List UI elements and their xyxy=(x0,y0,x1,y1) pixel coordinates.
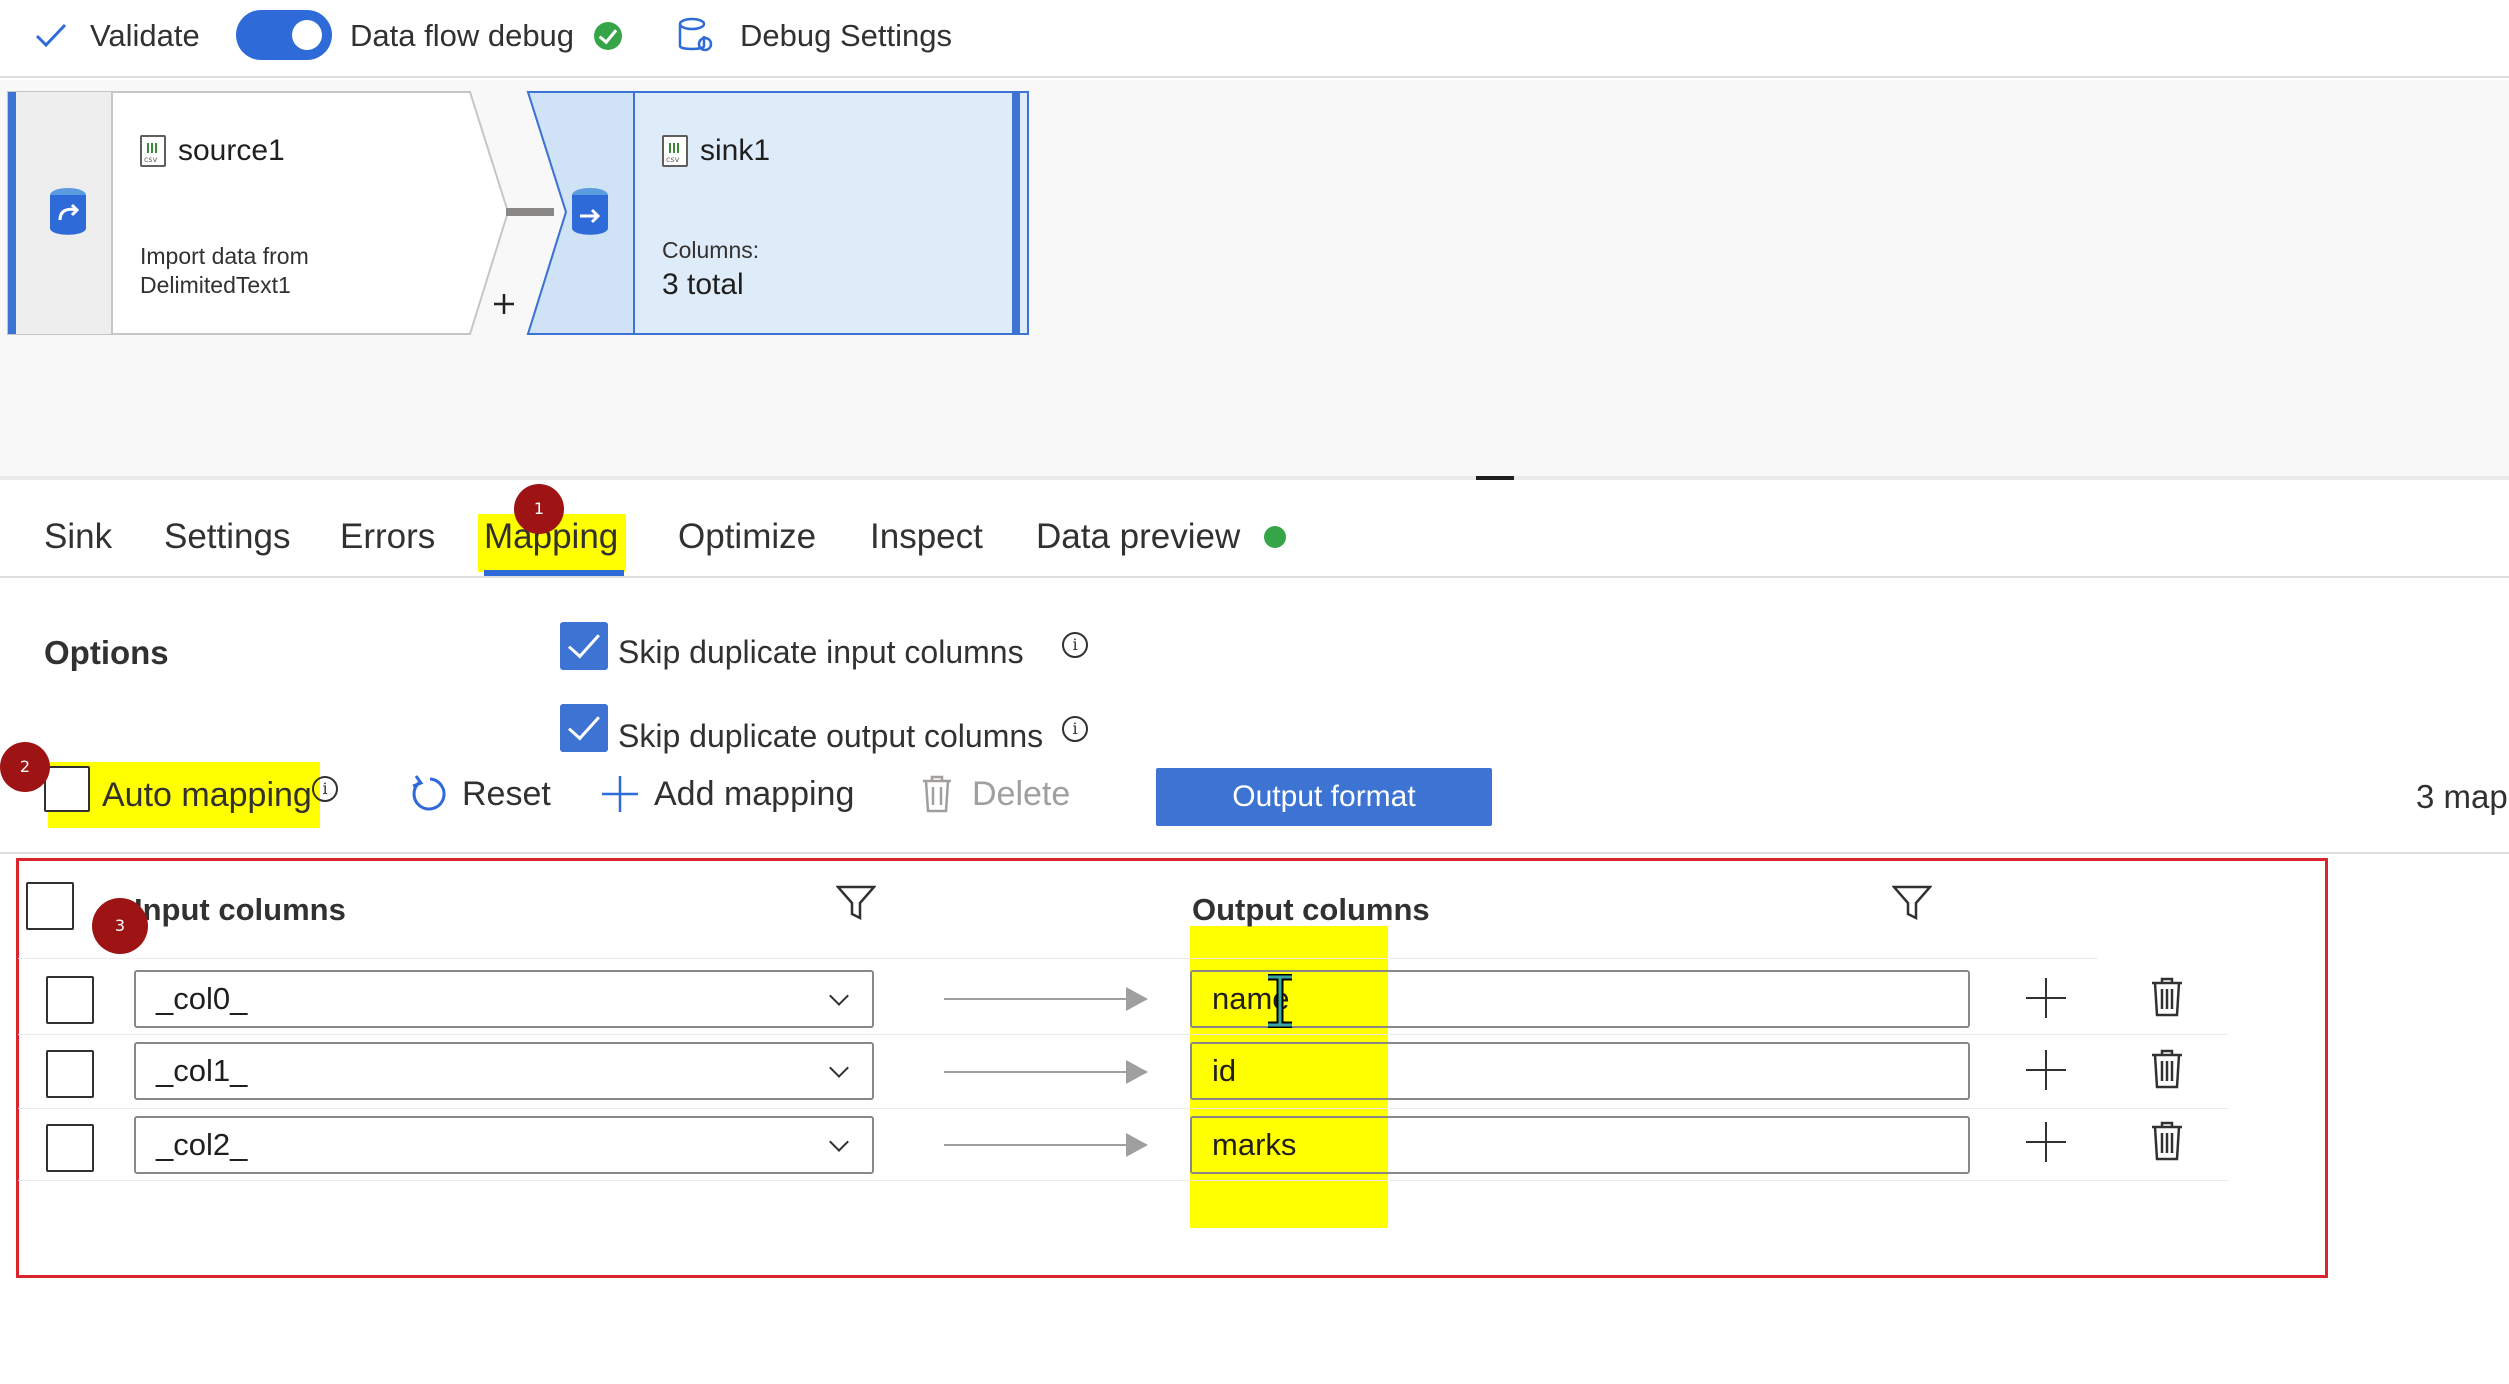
sink-node-header[interactable]: sink1 xyxy=(662,134,770,168)
row-separator xyxy=(18,1180,2228,1181)
filter-icon xyxy=(1891,885,1933,921)
auto-mapping-label: Auto mapping xyxy=(102,776,312,814)
skip-duplicate-output-checkbox[interactable] xyxy=(560,704,608,752)
validate-button[interactable]: Validate xyxy=(34,14,200,58)
reset-label: Reset xyxy=(462,774,551,813)
auto-mapping-checkbox[interactable] xyxy=(44,766,90,812)
sink-type-icon xyxy=(568,186,612,243)
trash-icon xyxy=(923,775,951,813)
input-column-select[interactable]: _col1_ xyxy=(134,1042,874,1100)
database-source-icon xyxy=(50,188,86,235)
debug-settings-label: Debug Settings xyxy=(740,18,952,53)
tab-errors[interactable]: Errors xyxy=(340,512,435,562)
tab-optimize[interactable]: Optimize xyxy=(678,512,816,562)
annotation-step-2: 2 xyxy=(0,742,50,792)
output-filter-button[interactable] xyxy=(1891,884,1933,927)
tab-settings[interactable]: Settings xyxy=(164,512,290,562)
output-format-button[interactable]: Output format xyxy=(1156,768,1492,826)
output-column-input[interactable]: marks xyxy=(1190,1116,1970,1174)
delete-button[interactable]: Delete xyxy=(920,774,1070,814)
skip-output-info-icon[interactable]: i xyxy=(1062,716,1088,742)
row-checkbox[interactable] xyxy=(46,976,94,1024)
source-node-title: source1 xyxy=(178,134,285,167)
auto-mapping-info-icon[interactable]: i xyxy=(312,776,338,802)
reset-button[interactable]: Reset xyxy=(408,774,551,814)
sink-columns-value: 3 total xyxy=(662,268,744,301)
data-flow-debug: Data flow debug xyxy=(350,14,623,58)
panel-splitter[interactable] xyxy=(0,476,2509,480)
csv-file-icon xyxy=(140,135,166,167)
sink-node-title: sink1 xyxy=(700,134,771,167)
source-type-icon xyxy=(46,186,90,243)
debug-settings-button[interactable]: Debug Settings xyxy=(676,14,952,58)
row-checkbox[interactable] xyxy=(46,1050,94,1098)
tab-inspect[interactable]: Inspect xyxy=(870,512,983,562)
data-flow-debug-toggle[interactable] xyxy=(236,10,332,60)
mapping-arrow xyxy=(944,1133,1148,1157)
actions-divider xyxy=(0,852,2509,854)
options-heading: Options xyxy=(44,634,169,671)
tab-data-preview[interactable]: Data preview xyxy=(1036,512,1287,562)
reset-icon xyxy=(412,775,446,811)
add-transformation-plus-icon[interactable] xyxy=(490,290,518,318)
splitter-handle[interactable] xyxy=(1476,476,1514,480)
delete-row-button[interactable] xyxy=(2150,976,2184,1023)
delete-row-button[interactable] xyxy=(2150,1048,2184,1095)
top-toolbar: Validate Data flow debug Debug Settings xyxy=(0,0,2509,78)
source-desc-line1: Import data from xyxy=(140,243,309,269)
add-row-plus-icon[interactable] xyxy=(2026,1050,2066,1090)
output-column-input[interactable]: id xyxy=(1190,1042,1970,1100)
add-row-plus-icon[interactable] xyxy=(2026,1122,2066,1162)
trash-icon xyxy=(2152,1121,2182,1161)
csv-file-icon xyxy=(662,135,688,167)
trash-icon xyxy=(2152,977,2182,1017)
skip-duplicate-input-label: Skip duplicate input columns xyxy=(618,634,1024,670)
validate-label: Validate xyxy=(90,18,200,53)
tab-data-preview-label: Data preview xyxy=(1036,517,1241,556)
preview-status-dot-icon xyxy=(1264,526,1287,548)
node-shapes xyxy=(7,91,1029,335)
output-column-input[interactable]: name xyxy=(1190,970,1970,1028)
select-all-checkbox[interactable] xyxy=(26,882,74,930)
trash-icon xyxy=(2152,1049,2182,1089)
output-columns-header: Output columns xyxy=(1192,892,1430,927)
add-mapping-button[interactable]: Add mapping xyxy=(600,774,854,814)
row-separator xyxy=(18,1108,2228,1109)
delete-label: Delete xyxy=(972,774,1071,813)
skip-duplicate-output-label: Skip duplicate output columns xyxy=(618,718,1044,754)
mapping-arrow xyxy=(944,1060,1148,1084)
skip-duplicate-input-checkbox[interactable] xyxy=(560,622,608,670)
input-filter-button[interactable] xyxy=(835,884,877,927)
mapping-arrow xyxy=(944,987,1148,1011)
debug-status-check-icon xyxy=(594,22,623,50)
checkmark-icon xyxy=(35,23,67,48)
input-columns-header: Input columns xyxy=(134,892,346,927)
filter-icon xyxy=(835,885,877,921)
add-row-plus-icon[interactable] xyxy=(2026,978,2066,1018)
row-checkbox[interactable] xyxy=(46,1124,94,1172)
tabs-divider xyxy=(0,576,2509,578)
row-separator xyxy=(18,1034,2228,1035)
skip-input-info-icon[interactable]: i xyxy=(1062,632,1088,658)
mapped-count: 3 map xyxy=(2416,778,2508,815)
annotation-step-1: 1 xyxy=(514,484,564,534)
source-node-header[interactable]: source1 xyxy=(140,134,285,168)
add-icon xyxy=(602,776,638,812)
source-desc-line2: DelimitedText1 xyxy=(140,272,291,298)
database-sink-icon xyxy=(572,188,608,235)
data-flow-debug-label: Data flow debug xyxy=(350,18,575,53)
database-gear-icon xyxy=(678,17,713,52)
source-node-description: Import data from DelimitedText1 xyxy=(140,242,309,300)
add-mapping-label: Add mapping xyxy=(654,774,855,813)
input-column-select[interactable]: _col0_ xyxy=(134,970,874,1028)
header-separator xyxy=(18,958,2098,959)
annotation-step-3: 3 xyxy=(92,898,148,954)
input-column-select[interactable]: _col2_ xyxy=(134,1116,874,1174)
tab-sink[interactable]: Sink xyxy=(44,512,112,562)
text-cursor-icon xyxy=(1268,974,1292,1028)
delete-row-button[interactable] xyxy=(2150,1120,2184,1167)
sink-columns-label: Columns: xyxy=(662,237,760,263)
